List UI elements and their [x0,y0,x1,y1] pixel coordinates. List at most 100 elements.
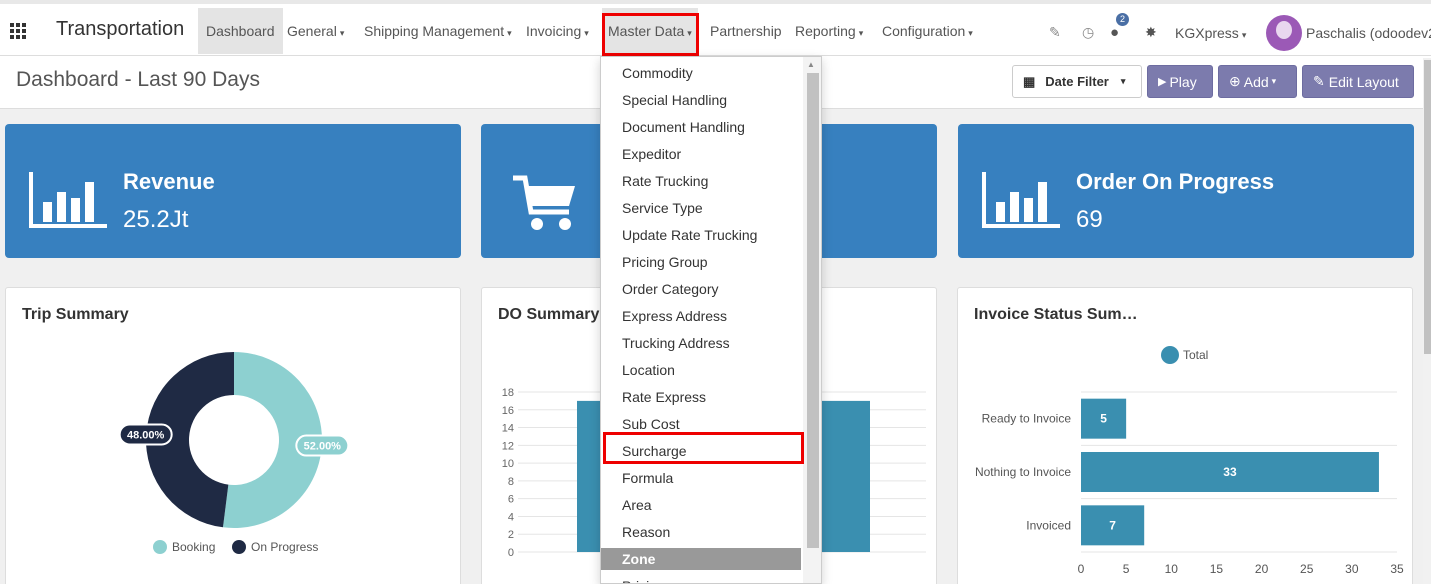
card-value: 25.2Jt [123,206,189,233]
legend-label: Booking [172,540,215,554]
add-button[interactable]: ⊕ Add ▾ [1218,65,1297,98]
menu-item-zone[interactable]: Zone [601,548,801,570]
data-label: 52.00% [304,441,342,453]
edit-icon[interactable]: ✎ [1049,24,1061,41]
menu-item-pricing-group[interactable]: Pricing Group [601,249,801,276]
x-tick-label: 0 [1078,562,1085,576]
edit-layout-button[interactable]: ✎ Edit Layout [1302,65,1414,98]
menu-item-special-handling[interactable]: Special Handling [601,87,801,114]
plus-circle-icon: ⊕ [1229,73,1241,89]
cart-icon [513,175,575,230]
chat-icon[interactable]: ● [1110,24,1119,41]
menu-item-trucking-address[interactable]: Trucking Address [601,330,801,357]
x-tick-label: 10 [1165,562,1179,576]
calendar-icon: ▦ [1023,73,1036,89]
trip-donut-chart: 52.00% 48.00% Booking On Progress [118,352,350,554]
legend-label: On Progress [251,540,318,554]
y-tick-label: 8 [508,476,514,488]
nav-invoicing[interactable]: Invoicing ▾ [526,8,589,54]
y-tick-label: 0 [508,547,514,559]
user-menu[interactable]: Paschalis (odoodev2) [1306,25,1431,41]
menu-item-surcharge[interactable]: Surcharge [601,438,801,465]
trip-summary-panel: Trip Summary 52.00% 48.00% Booking On Progr… [5,287,461,584]
invoice-status-panel: Invoice Status Sum… Total 5 Ready to Invoi… [957,287,1413,584]
card-label: Revenue [123,169,215,194]
scroll-up-icon[interactable]: ▲ [807,60,815,69]
apps-menu-icon[interactable] [10,23,28,39]
y-tick-label: 12 [502,440,514,452]
company-switcher[interactable]: KGXpress ▾ [1175,25,1246,41]
y-tick-label: 18 [502,387,514,399]
x-tick-label: 25 [1300,562,1314,576]
menu-item-rate-express[interactable]: Rate Express [601,384,801,411]
y-tick-label: 14 [502,423,514,435]
order-on-progress-card[interactable]: Order On Progress 69 [958,124,1414,258]
y-tick-label: 6 [508,494,514,506]
menu-item-reason[interactable]: Reason [601,519,801,546]
card-value: 69 [1076,206,1103,233]
dropdown-scrollbar-thumb[interactable] [807,73,819,548]
menu-item-update-rate-trucking[interactable]: Update Rate Trucking [601,222,801,249]
menu-item-expeditor[interactable]: Expeditor [601,141,801,168]
app-title: Transportation [56,18,185,40]
menu-item-rate-trucking[interactable]: Rate Trucking [601,168,801,195]
revenue-card[interactable]: Revenue 25.2Jt [5,124,461,258]
menu-item-commodity[interactable]: Commodity [601,60,801,87]
menu-item-area[interactable]: Area [601,492,801,519]
x-tick-label: 20 [1255,562,1269,576]
category-label: Invoiced [1026,518,1071,532]
menu-item-document-handling[interactable]: Document Handling [601,114,801,141]
data-label: 5 [1100,412,1107,426]
y-tick-label: 4 [508,511,514,523]
master-data-dropdown: Pricing ZoneReasonAreaFormulaSurchargeSub… [600,56,822,584]
notification-badge: 2 [1116,13,1129,26]
y-tick-label: 10 [502,458,514,470]
page-title: Dashboard - Last 90 Days [16,68,260,91]
legend-label: Total [1183,348,1208,362]
play-button[interactable]: ▶ Play [1147,65,1213,98]
nav-configuration[interactable]: Configuration ▾ [882,8,973,54]
bar-chart-icon [982,172,1060,228]
nav-shipping-management[interactable]: Shipping Management ▾ [364,8,512,54]
menu-item-order-category[interactable]: Order Category [601,276,801,303]
play-icon: ▶ [1158,76,1167,88]
card-label: Order On Progress [1076,169,1275,194]
x-tick-label: 30 [1345,562,1359,576]
nav-dashboard[interactable]: Dashboard [198,8,283,54]
bar [822,400,870,552]
data-label: 7 [1109,518,1116,532]
y-tick-label: 16 [502,405,514,417]
nav-partnership[interactable]: Partnership [710,8,782,54]
x-tick-label: 15 [1210,562,1224,576]
pencil-icon: ✎ [1313,73,1325,89]
x-tick-label: 5 [1123,562,1130,576]
avatar[interactable] [1266,15,1302,51]
chevron-down-icon: ▾ [1120,76,1126,86]
page-scrollbar-thumb[interactable] [1424,60,1431,354]
top-navbar: Transportation Dashboard General ▾ Shippi… [0,0,1431,56]
menu-item-express-address[interactable]: Express Address [601,303,801,330]
category-label: Nothing to Invoice [975,465,1071,479]
x-tick-label: 35 [1390,562,1404,576]
category-label: Ready to Invoice [982,412,1072,426]
data-label: 33 [1223,465,1237,479]
y-tick-label: 2 [508,529,514,541]
invoice-bar-chart: Total 5 Ready to Invoice 33 Nothing to Invoi… [975,346,1404,576]
menu-item-formula[interactable]: Formula [601,465,801,492]
legend-marker [1161,346,1179,364]
nav-master-data[interactable]: Master Data ▾ [602,8,698,54]
menu-item-sub-cost[interactable]: Sub Cost [601,411,801,438]
date-filter-button[interactable]: ▦ Date Filter ▾ [1012,65,1142,98]
nav-general[interactable]: General ▾ [287,8,344,54]
menu-item-service-type[interactable]: Service Type [601,195,801,222]
bug-icon[interactable]: ✸ [1145,24,1157,41]
nav-reporting[interactable]: Reporting ▾ [795,8,863,54]
data-label: 48.00% [127,429,165,441]
legend-marker [153,540,167,554]
menu-item-location[interactable]: Location [601,357,801,384]
menu-item-pricing[interactable]: Pricing [601,573,801,583]
legend-marker [232,540,246,554]
chevron-down-icon: ▾ [1271,76,1277,86]
bar-chart-icon [29,172,107,228]
clock-icon[interactable]: ◷ [1082,24,1094,41]
